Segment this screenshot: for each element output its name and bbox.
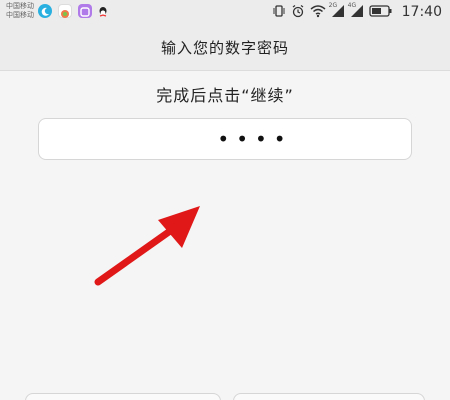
title-bar: 输入您的数字密码 [0, 24, 450, 71]
moon-app-icon [38, 4, 52, 18]
qq-icon [96, 4, 110, 18]
pin-dots: •••• [217, 127, 293, 151]
battery-icon [368, 3, 393, 22]
carrier-info: 中国移动 中国移动 [6, 2, 34, 20]
clock: 17:40 [401, 4, 442, 20]
gallery-app-icon [78, 4, 92, 18]
alarm-icon [291, 3, 305, 22]
page-title: 输入您的数字密码 [160, 38, 289, 57]
signal-4g-icon: 4G [347, 1, 364, 22]
status-icons: 2G 4G 17:40 [272, 2, 442, 22]
browser-app-icon [58, 4, 72, 18]
carrier-label-1: 中国移动 [6, 2, 34, 10]
network-2g-label: 2G [328, 1, 338, 9]
screen: 中国移动 中国移动 2G 4G 17:40 输入您的数字密码 完成后点击“继续”… [0, 0, 450, 400]
pin-input[interactable]: •••• [38, 118, 412, 160]
cancel-button[interactable] [25, 393, 221, 400]
signal-2g-icon: 2G [328, 1, 345, 22]
network-4g-label: 4G [347, 1, 357, 9]
wifi-icon [310, 3, 326, 22]
vibrate-icon [272, 3, 286, 22]
carrier-label-2: 中国移动 [6, 11, 34, 19]
status-bar: 中国移动 中国移动 2G 4G 17:40 [0, 0, 450, 24]
red-arrow-icon [94, 206, 200, 286]
instruction-text: 完成后点击“继续” [156, 86, 294, 105]
continue-button[interactable] [233, 393, 425, 400]
